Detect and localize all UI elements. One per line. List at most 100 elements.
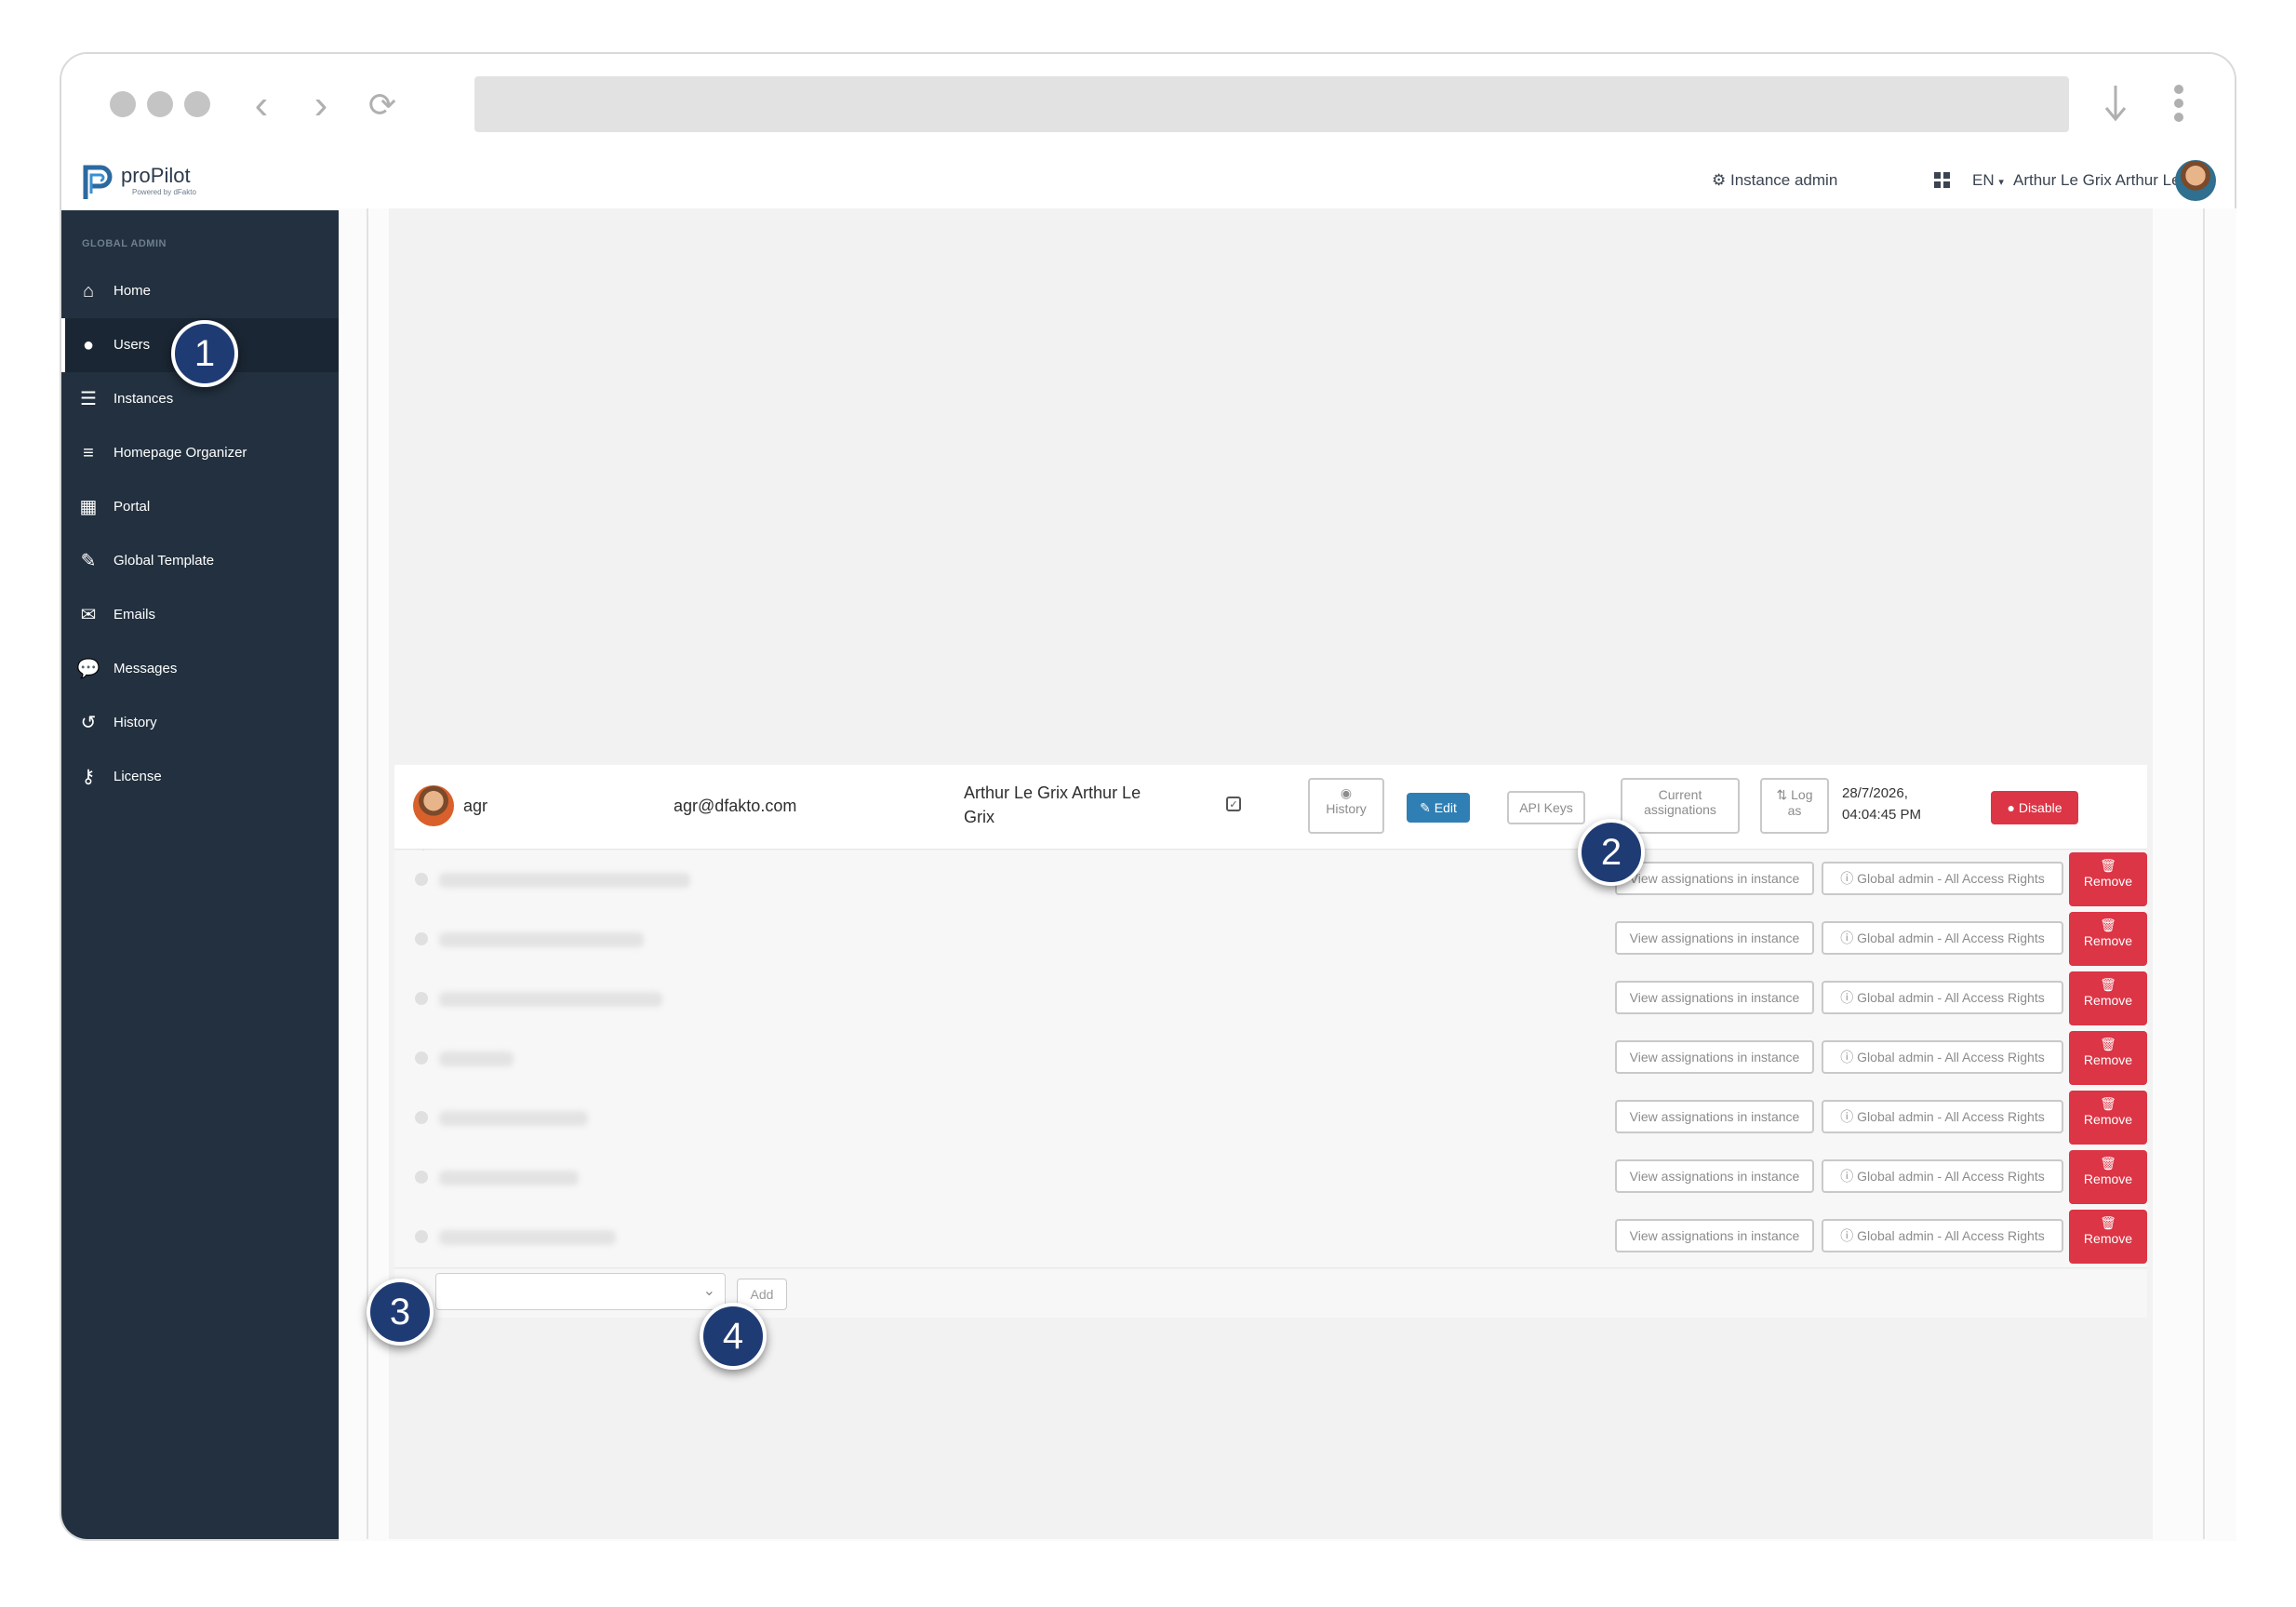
global-admin-label: Global admin - All Access Rights	[1857, 1228, 2045, 1243]
sidebar-item-label: Instances	[113, 391, 174, 407]
sidebar-item-label: Messages	[113, 661, 178, 676]
info-icon: ⓘ	[1840, 931, 1854, 945]
sidebar-item-portal[interactable]: ▦ Portal	[61, 480, 340, 534]
log-as-line1: Log	[1791, 787, 1813, 802]
trash-icon: 🗑	[2100, 917, 2116, 932]
sidebar-item-home[interactable]: ⌂ Home	[61, 264, 340, 318]
view-assignations-button[interactable]: View assignations in instance	[1615, 921, 1814, 955]
global-admin-rights-button[interactable]: ⓘ Global admin - All Access Rights	[1822, 862, 2063, 895]
timeline-dot	[415, 1111, 428, 1124]
trash-icon: 🗑	[2100, 858, 2116, 873]
sidebar-item-messages[interactable]: 💬 Messages	[61, 642, 340, 696]
global-admin-label: Global admin - All Access Rights	[1857, 1109, 2045, 1124]
sidebar-item-homepage-organizer[interactable]: ≡ Homepage Organizer	[61, 426, 340, 480]
log-as-button[interactable]: ⇅ Log as	[1760, 778, 1829, 834]
content-divider	[367, 208, 368, 1539]
browser-menu-icon[interactable]	[2169, 80, 2188, 127]
callout-4: 4	[700, 1303, 767, 1370]
sidebar-item-label: Home	[113, 283, 152, 299]
forward-icon[interactable]: ›	[298, 82, 344, 128]
global-admin-label: Global admin - All Access Rights	[1857, 990, 2045, 1005]
remove-label: Remove	[2083, 1172, 2133, 1186]
chevron-down-icon: ⌄	[702, 1283, 715, 1299]
sidebar-item-label: License	[113, 769, 162, 784]
sidebar-item-label: Users	[113, 337, 151, 353]
edit-button-label: Edit	[1434, 800, 1457, 815]
email-cell: agr@dfakto.com	[674, 797, 797, 815]
history-button[interactable]: ◉ History	[1308, 778, 1384, 834]
remove-button[interactable]: 🗑 Remove	[2069, 1031, 2147, 1085]
avatar[interactable]	[2175, 160, 2216, 201]
sidebar-item-license[interactable]: ⚷ License	[61, 750, 340, 804]
global-admin-rights-button[interactable]: ⓘ Global admin - All Access Rights	[1822, 981, 2063, 1014]
info-icon: ⓘ	[1840, 871, 1854, 886]
sidebar-section-title: GLOBAL ADMIN	[82, 238, 167, 249]
edit-button[interactable]: ✎ Edit	[1407, 793, 1470, 823]
remove-label: Remove	[2083, 874, 2133, 889]
timeline-dot	[415, 1051, 428, 1065]
info-icon: ⓘ	[1840, 1109, 1854, 1124]
window-control-dot[interactable]	[147, 91, 173, 117]
remove-button[interactable]: 🗑 Remove	[2069, 971, 2147, 1025]
global-admin-rights-button[interactable]: ⓘ Global admin - All Access Rights	[1822, 1040, 2063, 1074]
reload-icon[interactable]: ⟳	[359, 82, 406, 128]
language-dropdown[interactable]: EN ▾	[1972, 171, 2004, 190]
last-login-date: 28/7/2026, 04:04:45 PM	[1842, 785, 1921, 823]
instance-name-redacted	[439, 1171, 579, 1185]
trash-icon: 🗑	[2100, 977, 2116, 992]
key-icon: ⚷	[81, 767, 96, 787]
view-assignations-button[interactable]: View assignations in instance	[1615, 1100, 1814, 1133]
eye-icon: ◉	[1340, 785, 1353, 800]
trash-icon: 🗑	[2100, 1037, 2116, 1051]
timeline-dot	[415, 932, 428, 945]
brand-subtitle: Powered by dFakto	[132, 188, 196, 196]
info-icon: ⓘ	[1840, 990, 1854, 1005]
sidebar-item-emails[interactable]: ✉ Emails	[61, 588, 340, 642]
date-line1: 28/7/2026,	[1842, 785, 1908, 801]
global-admin-rights-button[interactable]: ⓘ Global admin - All Access Rights	[1822, 1159, 2063, 1193]
remove-label: Remove	[2083, 1231, 2133, 1246]
remove-button[interactable]: 🗑 Remove	[2069, 1091, 2147, 1145]
instance-name-redacted	[439, 932, 644, 947]
address-bar[interactable]	[474, 76, 2069, 132]
apps-grid-icon[interactable]	[1933, 171, 1952, 190]
remove-button[interactable]: 🗑 Remove	[2069, 1150, 2147, 1204]
sidebar-item-global-template[interactable]: ✎ Global Template	[61, 534, 340, 588]
disable-button[interactable]: ● Disable	[1991, 791, 2078, 824]
view-assignations-button[interactable]: View assignations in instance	[1615, 1219, 1814, 1252]
sidebar-item-history[interactable]: ↺ History	[61, 696, 340, 750]
table-row: View assignations in instance ⓘ Global a…	[394, 1148, 2147, 1209]
list-icon: ☰	[80, 389, 97, 409]
brush-icon: ✎	[80, 551, 97, 571]
global-admin-rights-button[interactable]: ⓘ Global admin - All Access Rights	[1822, 1219, 2063, 1252]
back-icon[interactable]: ‹	[238, 82, 285, 128]
view-assignations-button[interactable]: View assignations in instance	[1615, 981, 1814, 1014]
chat-icon: 💬	[76, 659, 100, 679]
api-keys-button[interactable]: API Keys	[1507, 791, 1585, 824]
sidebar-item-label: Homepage Organizer	[113, 445, 247, 461]
trash-icon: 🗑	[2100, 1096, 2116, 1111]
gear-icon: ⚙	[1712, 171, 1727, 189]
global-admin-label: Global admin - All Access Rights	[1857, 1050, 2045, 1065]
global-admin-rights-button[interactable]: ⓘ Global admin - All Access Rights	[1822, 1100, 2063, 1133]
window-control-dot[interactable]	[184, 91, 210, 117]
remove-button[interactable]: 🗑 Remove	[2069, 912, 2147, 966]
instance-select[interactable]: ⌄	[435, 1273, 726, 1310]
remove-button[interactable]: 🗑 Remove	[2069, 852, 2147, 906]
instance-admin-link[interactable]: ⚙ Instance admin	[1712, 171, 1837, 190]
remove-label: Remove	[2083, 993, 2133, 1008]
view-assignations-button[interactable]: View assignations in instance	[1615, 1040, 1814, 1074]
window-control-dot[interactable]	[110, 91, 136, 117]
table-row: View assignations in instance ⓘ Global a…	[394, 910, 2147, 971]
global-admin-rights-button[interactable]: ⓘ Global admin - All Access Rights	[1822, 921, 2063, 955]
content-divider	[2203, 208, 2205, 1539]
checkbox-checked-icon[interactable]: ✓	[1226, 797, 1241, 811]
remove-button[interactable]: 🗑 Remove	[2069, 1210, 2147, 1264]
callout-1: 1	[171, 320, 238, 387]
history-icon: ↺	[80, 713, 97, 733]
current-assignations-button[interactable]: Current assignations	[1621, 778, 1740, 834]
log-as-line2: as	[1787, 803, 1802, 818]
download-icon[interactable]	[2097, 80, 2134, 127]
view-assignations-button[interactable]: View assignations in instance	[1615, 1159, 1814, 1193]
view-assignations-button[interactable]: View assignations in instance	[1615, 862, 1814, 895]
